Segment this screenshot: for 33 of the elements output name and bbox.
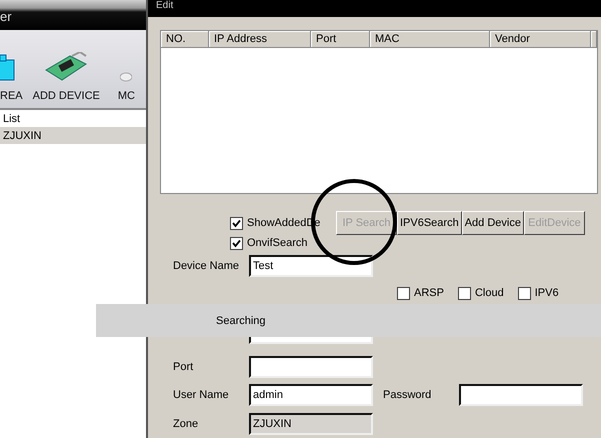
- device-icon: [120, 72, 132, 82]
- column-header[interactable]: [591, 31, 597, 48]
- field-label: Device Name: [173, 260, 240, 272]
- field-label: Zone: [173, 418, 200, 430]
- column-header[interactable]: Vendor: [490, 31, 591, 48]
- toolbar-button[interactable]: REA: [0, 52, 23, 102]
- port-field[interactable]: [249, 356, 373, 378]
- column-header[interactable]: Port: [311, 31, 370, 48]
- field-label: Password: [383, 389, 432, 401]
- checkmark-icon: [232, 238, 241, 248]
- field-label: Port: [173, 361, 194, 373]
- checkbox[interactable]: OnvifSearch: [230, 236, 308, 250]
- column-header[interactable]: IP Address: [209, 31, 311, 48]
- column-header[interactable]: NO.: [161, 31, 209, 48]
- action-button[interactable]: IPV6Search: [397, 211, 462, 235]
- user-name-field[interactable]: admin: [249, 384, 373, 406]
- checkbox[interactable]: IPV6: [518, 286, 559, 300]
- password-field[interactable]: [459, 384, 583, 406]
- checkbox[interactable]: ARSP: [397, 286, 444, 300]
- action-button[interactable]: Add Device: [462, 211, 524, 235]
- column-header[interactable]: MAC: [370, 31, 490, 48]
- network-card-icon: [44, 52, 88, 82]
- device-name-field[interactable]: Test: [249, 255, 373, 277]
- folder-icon: [0, 52, 16, 82]
- checkmark-icon: [232, 218, 241, 228]
- list-item[interactable]: ZJUXIN: [0, 127, 146, 144]
- dialog-title: Edit: [156, 0, 174, 11]
- window-title: er: [0, 8, 12, 24]
- field-label: User Name: [173, 389, 230, 401]
- toolbar-button[interactable]: ADD DEVICE: [32, 52, 100, 102]
- checkbox[interactable]: Cloud: [458, 286, 504, 300]
- toolbar-button[interactable]: MC: [118, 72, 135, 102]
- status-text: Searching: [216, 314, 266, 326]
